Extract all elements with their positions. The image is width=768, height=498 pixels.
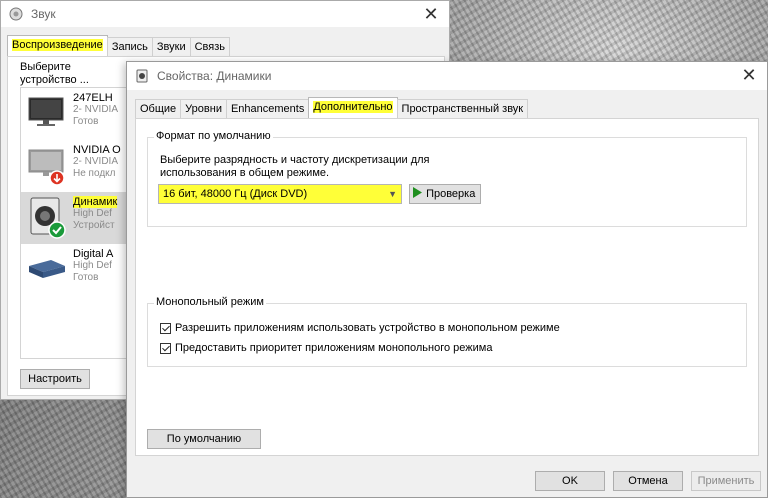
tab-levels[interactable]: Уровни <box>180 99 227 118</box>
apply-button[interactable]: Применить <box>691 471 761 491</box>
properties-tabs: Общие Уровни Enhancements Дополнительно … <box>135 97 529 118</box>
device-item[interactable]: Digital A High Def Готов <box>21 244 135 296</box>
device-name: NVIDIA O <box>73 144 121 156</box>
tab-spatial-sound[interactable]: Пространственный звук <box>396 99 529 118</box>
tab-enhancements[interactable]: Enhancements <box>225 99 310 118</box>
exclusive-mode-title: Монопольный режим <box>154 296 266 308</box>
sound-window-title: Звук <box>31 7 56 21</box>
speaker-icon <box>9 7 23 21</box>
device-driver: 2- NVIDIA <box>73 156 119 167</box>
chevron-down-icon: ▼ <box>388 189 397 199</box>
tab-recording[interactable]: Запись <box>106 37 153 56</box>
exclusive-priority-checkbox-row[interactable]: Предоставить приоритет приложениям моноп… <box>160 342 492 354</box>
allow-exclusive-checkbox[interactable] <box>160 322 171 334</box>
format-select-value: 16 бит, 48000 Гц (Диск DVD) <box>163 188 308 200</box>
exclusive-priority-checkbox[interactable] <box>160 342 171 354</box>
allow-exclusive-checkbox-row[interactable]: Разрешить приложениям использовать устро… <box>160 322 560 334</box>
tab-playback[interactable]: Воспроизведение <box>7 35 108 56</box>
format-select[interactable]: 16 бит, 48000 Гц (Диск DVD) ▼ <box>158 184 402 204</box>
device-driver: High Def <box>73 260 112 271</box>
device-driver: 2- NVIDIA <box>73 104 119 115</box>
allow-exclusive-label: Разрешить приложениям использовать устро… <box>175 322 560 334</box>
exclusive-mode-group: Монопольный режим Разрешить приложениям … <box>147 296 747 367</box>
device-name: Digital A <box>73 248 114 260</box>
speaker-default-icon <box>21 192 73 244</box>
properties-window-title: Свойства: Динамики <box>157 69 272 83</box>
monitor-icon <box>21 88 73 140</box>
cancel-button[interactable]: Отмена <box>613 471 683 491</box>
default-format-title: Формат по умолчанию <box>154 130 273 142</box>
properties-titlebar: Свойства: Динамики ✕ <box>127 62 767 90</box>
sound-close-icon[interactable]: ✕ <box>421 4 441 24</box>
device-name: Динамик <box>73 196 118 208</box>
tab-general[interactable]: Общие <box>135 99 182 118</box>
sound-titlebar: Звук ✕ <box>1 1 449 27</box>
device-item-selected[interactable]: Динамик High Def Устройст <box>21 192 135 244</box>
tab-communications[interactable]: Связь <box>189 37 231 56</box>
device-status: Не подкл <box>73 168 116 179</box>
play-icon <box>413 187 422 198</box>
speaker-properties-window: Свойства: Динамики ✕ Общие Уровни Enhanc… <box>126 61 768 498</box>
digital-audio-icon <box>21 244 73 296</box>
device-driver: High Def <box>73 208 112 219</box>
device-name: 247ELH <box>73 92 113 104</box>
default-format-description: Выберите разрядность и частоту дискретиз… <box>160 154 430 179</box>
device-status: Готов <box>73 116 99 127</box>
restore-defaults-button[interactable]: По умолчанию <box>147 429 261 449</box>
device-list: 247ELH 2- NVIDIA Готов NVIDIA O 2- NVIDI… <box>20 87 136 359</box>
tab-advanced[interactable]: Дополнительно <box>308 97 398 118</box>
ok-button[interactable]: OK <box>535 471 605 491</box>
device-status: Устройст <box>73 220 115 231</box>
advanced-panel: Формат по умолчанию Выберите разрядность… <box>135 118 759 456</box>
monitor-disconnected-icon <box>21 140 73 192</box>
tab-sounds[interactable]: Звуки <box>151 37 191 56</box>
exclusive-priority-label: Предоставить приоритет приложениям моноп… <box>175 342 493 354</box>
test-button[interactable]: Проверка <box>409 184 481 204</box>
device-item[interactable]: NVIDIA O 2- NVIDIA Не подкл <box>21 140 135 192</box>
device-status: Готов <box>73 272 99 283</box>
properties-close-icon[interactable]: ✕ <box>739 65 759 85</box>
speaker-icon <box>136 69 148 83</box>
configure-button[interactable]: Настроить <box>20 369 90 389</box>
default-format-group: Формат по умолчанию Выберите разрядность… <box>147 130 747 227</box>
device-item[interactable]: 247ELH 2- NVIDIA Готов <box>21 88 135 140</box>
sound-tabs: Воспроизведение Запись Звуки Связь <box>7 35 231 56</box>
